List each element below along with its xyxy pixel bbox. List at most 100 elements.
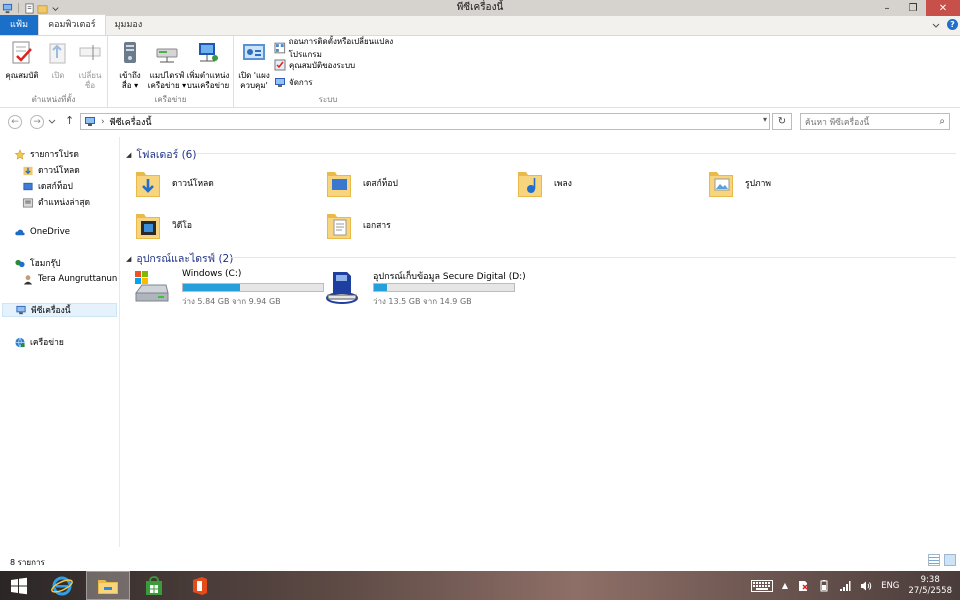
- system-tray: ▲ ENG 9:38 27/5/2558: [750, 571, 952, 600]
- properties-button[interactable]: คุณสมบัติ: [4, 40, 40, 81]
- details-view-icon[interactable]: [928, 554, 940, 566]
- content-area: ◢ โฟลเดอร์ (6) ดาวน์โหลด เดสก์ท็อป เพลง …: [124, 137, 960, 547]
- nav-item-desktop[interactable]: เดสก์ท็อป: [22, 179, 73, 193]
- location-group: คุณสมบัติ เปิด เปลี่ยน ชื่อ ตำแหน่งที่ตั…: [0, 36, 108, 108]
- windows-logo-icon: [11, 577, 27, 594]
- nav-item-homegroup[interactable]: โฮมกรุ๊ป: [14, 256, 60, 270]
- open-settings-label-line1: เปิด 'แผง: [238, 71, 270, 80]
- rename-label-line1: เปลี่ยน: [78, 71, 102, 80]
- nav-item-recent-places[interactable]: ตำแหน่งล่าสุด: [22, 195, 90, 209]
- breadcrumb[interactable]: พีซีเครื่องนี้: [110, 115, 152, 129]
- nav-item-this-pc[interactable]: พีซีเครื่องนี้: [2, 303, 117, 317]
- map-drive-label-line1: แมปไดรฟ์: [149, 71, 185, 80]
- open-settings-button[interactable]: เปิด 'แผง ควบคุม': [236, 40, 272, 91]
- drive-d[interactable]: อุปกรณ์เก็บข้อมูล Secure Digital (D:) ว่…: [325, 269, 526, 309]
- large-icons-view-icon[interactable]: [944, 554, 956, 566]
- search-input[interactable]: ค้นหา พีซีเครื่องนี้ ⌕: [800, 113, 950, 130]
- chevron-down-icon[interactable]: [48, 119, 56, 125]
- keyboard-icon[interactable]: [750, 579, 773, 592]
- drive-c[interactable]: Windows (C:) ว่าง 5.84 GB จาก 9.94 GB: [134, 269, 324, 309]
- folder-label: วิดีโอ: [172, 221, 192, 231]
- refresh-icon[interactable]: ↻: [772, 113, 792, 130]
- folder-videos[interactable]: วิดีโอ: [134, 205, 324, 245]
- system-properties-icon: [274, 59, 286, 71]
- map-network-drive-button[interactable]: แมปไดรฟ์ เครือข่าย ▾: [146, 40, 188, 91]
- open-button[interactable]: เปิด: [40, 40, 76, 81]
- computer-icon[interactable]: [2, 3, 13, 14]
- nav-label-homegroup: โฮมกรุ๊ป: [30, 259, 61, 269]
- folder-downloads[interactable]: ดาวน์โหลด: [134, 163, 324, 203]
- collapse-triangle-icon[interactable]: ◢: [126, 255, 131, 263]
- taskbar-file-explorer[interactable]: [86, 571, 130, 600]
- folder-desktop[interactable]: เดสก์ท็อป: [325, 163, 515, 203]
- add-network-location-button[interactable]: เพิ่มตำแหน่ง บนเครือข่าย: [186, 40, 230, 91]
- minimize-button[interactable]: –: [874, 0, 900, 16]
- nav-label-favorites: รายการโปรด: [30, 150, 79, 160]
- folder-label: เดสก์ท็อป: [363, 179, 398, 189]
- open-settings-label-line2: ควบคุม': [240, 81, 268, 90]
- access-media-label-line1: เข้าถึง: [119, 71, 141, 80]
- navigation-pane: รายการโปรด ดาวน์โหลด เดสก์ท็อป ตำแหน่งล่…: [0, 137, 120, 547]
- new-folder-icon[interactable]: [37, 3, 48, 14]
- drive-usage-bar: [182, 283, 324, 292]
- nav-label-this-pc: พีซีเครื่องนี้: [31, 306, 71, 316]
- status-bar: 8 รายการ: [0, 551, 960, 571]
- uninstall-program-button[interactable]: ถอนการติดตั้งหรือเปลี่ยนแปลงโปรแกรม: [274, 37, 422, 59]
- rename-icon: [79, 45, 101, 60]
- signal-icon[interactable]: [839, 580, 851, 592]
- folder-pictures[interactable]: รูปภาพ: [707, 163, 897, 203]
- taskbar-store[interactable]: [132, 571, 176, 600]
- downloads-folder-icon: [136, 172, 160, 197]
- folder-music[interactable]: เพลง: [516, 163, 706, 203]
- nav-label-network: เครือข่าย: [30, 338, 64, 348]
- access-media-button[interactable]: เข้าถึง สื่อ ▾: [112, 40, 148, 91]
- maximize-button[interactable]: ❐: [900, 0, 926, 16]
- pictures-folder-icon: [709, 172, 733, 197]
- start-button[interactable]: [0, 571, 38, 600]
- breadcrumb-separator-icon[interactable]: ›: [101, 117, 105, 127]
- chevron-up-icon[interactable]: ▲: [782, 581, 788, 590]
- up-arrow-icon[interactable]: ↑: [65, 114, 74, 127]
- rename-button[interactable]: เปลี่ยน ชื่อ: [72, 40, 108, 91]
- manage-button[interactable]: จัดการ: [274, 75, 313, 89]
- nav-item-user[interactable]: Tera Aungruttanun: [22, 272, 117, 286]
- chevron-down-icon[interactable]: ▾: [763, 115, 767, 124]
- folder-documents[interactable]: เอกสาร: [325, 205, 515, 245]
- tab-file[interactable]: แฟ้ม: [0, 15, 39, 35]
- window-title: พีซีเครื่องนี้: [456, 2, 504, 13]
- collapse-triangle-icon[interactable]: ◢: [126, 151, 131, 159]
- drive-name: Windows (C:): [182, 269, 242, 279]
- chevron-down-icon[interactable]: [50, 3, 61, 14]
- system-properties-label: คุณสมบัติของระบบ: [289, 60, 356, 70]
- search-icon[interactable]: ⌕: [939, 116, 945, 127]
- tab-computer[interactable]: คอมพิวเตอร์: [38, 14, 106, 35]
- address-bar[interactable]: › พีซีเครื่องนี้ ▾: [80, 113, 770, 130]
- taskbar: ▲ ENG 9:38 27/5/2558: [0, 571, 960, 600]
- taskbar-office[interactable]: [178, 571, 222, 600]
- nav-item-network[interactable]: เครือข่าย: [14, 335, 64, 349]
- battery-icon[interactable]: [818, 579, 830, 592]
- nav-item-downloads[interactable]: ดาวน์โหลด: [22, 163, 80, 177]
- clock[interactable]: 9:38 27/5/2558: [908, 575, 952, 597]
- close-button[interactable]: ✕: [926, 0, 960, 16]
- clock-time: 9:38: [920, 574, 940, 585]
- properties-icon[interactable]: [24, 2, 35, 14]
- ribbon-controls: ?: [931, 19, 958, 30]
- drive-usage-fill: [183, 284, 241, 291]
- view-buttons: [928, 554, 956, 566]
- chevron-down-icon[interactable]: [931, 20, 941, 30]
- devices-section-header[interactable]: ◢ อุปกรณ์และไดรฟ์ (2): [126, 250, 233, 267]
- action-center-icon[interactable]: [797, 580, 809, 592]
- volume-icon[interactable]: [860, 580, 872, 592]
- nav-item-favorites[interactable]: รายการโปรด: [14, 147, 79, 161]
- taskbar-internet-explorer[interactable]: [40, 571, 84, 600]
- forward-button[interactable]: →: [30, 115, 44, 129]
- help-icon[interactable]: ?: [947, 19, 958, 30]
- folders-section-header[interactable]: ◢ โฟลเดอร์ (6): [126, 146, 196, 163]
- system-properties-button[interactable]: คุณสมบัติของระบบ: [274, 58, 355, 72]
- back-button[interactable]: ←: [8, 115, 22, 129]
- language-indicator[interactable]: ENG: [881, 581, 899, 591]
- nav-item-onedrive[interactable]: OneDrive: [14, 225, 70, 239]
- tab-view[interactable]: มุมมอง: [106, 15, 152, 35]
- drive-free-space: ว่าง 5.84 GB จาก 9.94 GB: [182, 297, 281, 306]
